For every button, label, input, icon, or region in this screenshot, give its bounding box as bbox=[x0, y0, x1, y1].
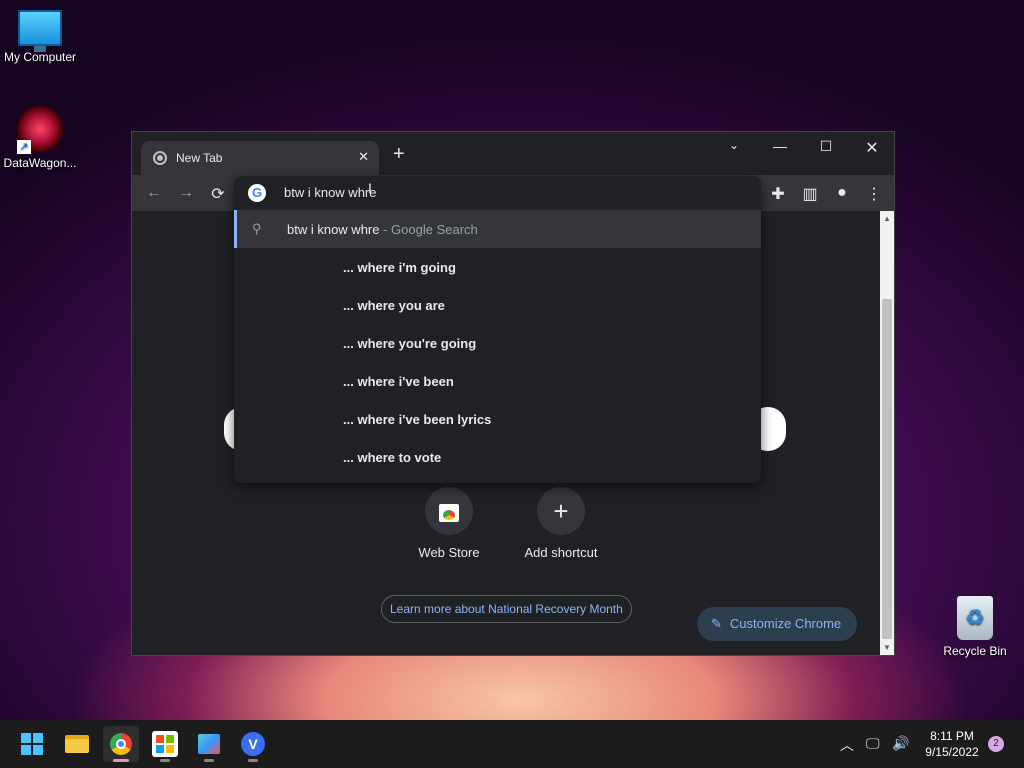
microsoft-store-icon bbox=[152, 730, 178, 757]
profile-avatar-icon[interactable]: ● bbox=[832, 184, 852, 202]
chrome-favicon-icon bbox=[153, 151, 167, 165]
extensions-puzzle-icon[interactable]: ✚ bbox=[768, 184, 788, 204]
desktop-icon-datawagon[interactable]: ↗ DataWagon... bbox=[0, 106, 80, 170]
taskbar-microsoft-store[interactable] bbox=[147, 726, 183, 762]
search-icon: ⚲ bbox=[252, 221, 262, 236]
text-cursor-icon: Ι bbox=[368, 180, 372, 196]
running-indicator bbox=[204, 759, 214, 762]
suggestion-item[interactable]: ... where i've been bbox=[234, 362, 761, 400]
shortcut-add[interactable]: + Add shortcut bbox=[506, 487, 616, 560]
maximize-button[interactable]: ☐ bbox=[811, 138, 841, 155]
tab-search-chevron-icon[interactable]: ⌄ bbox=[719, 138, 749, 152]
shortcut-web-store[interactable]: Web Store bbox=[394, 487, 504, 560]
google-g-icon: G bbox=[248, 184, 266, 202]
suggestion-item[interactable]: ... where i'm going bbox=[234, 248, 761, 286]
tab-strip: New Tab ✕ + ⌄ — ☐ ✕ bbox=[132, 132, 894, 175]
system-clock[interactable]: 8:11 PM 9/15/2022 bbox=[916, 728, 988, 760]
address-bar[interactable]: G btw i know whre Ι bbox=[234, 176, 761, 210]
start-button[interactable] bbox=[14, 726, 50, 762]
suggestion-text: where you are bbox=[357, 298, 445, 313]
network-icon[interactable]: 🖵 bbox=[866, 735, 880, 752]
close-window-button[interactable]: ✕ bbox=[857, 138, 887, 158]
desktop-icon-label: DataWagon... bbox=[3, 156, 77, 170]
forward-arrow-icon[interactable]: → bbox=[176, 184, 196, 202]
suggestion-item[interactable]: ... where you're going bbox=[234, 324, 761, 362]
shortcut-label: Add shortcut bbox=[524, 545, 598, 560]
scroll-down-arrow-icon[interactable]: ▼ bbox=[883, 643, 891, 652]
taskbar: V ︿ 🖵 🔊 8:11 PM 9/15/2022 2 bbox=[0, 720, 1024, 768]
minimize-button[interactable]: — bbox=[765, 138, 795, 154]
taskbar-chrome[interactable] bbox=[103, 726, 139, 762]
taskbar-vpn[interactable]: V bbox=[235, 726, 271, 762]
active-indicator bbox=[113, 759, 129, 762]
suggestion-prefix: ... bbox=[343, 298, 354, 313]
suggestion-text: where to vote bbox=[357, 450, 442, 465]
suggestion-item[interactable]: ... where i've been lyrics bbox=[234, 400, 761, 438]
windows-logo-icon bbox=[21, 732, 43, 755]
web-store-icon bbox=[425, 487, 473, 535]
suggestion-google-search[interactable]: ⚲ btw i know whre - Google Search bbox=[234, 210, 761, 248]
chrome-icon bbox=[110, 732, 132, 755]
suggestion-prefix: ... bbox=[343, 336, 354, 351]
customize-label: Customize Chrome bbox=[729, 616, 842, 631]
suggestion-text: where i've been bbox=[357, 374, 454, 389]
kebab-menu-icon[interactable]: ⋮ bbox=[864, 184, 884, 204]
customize-chrome-button[interactable]: ✎ Customize Chrome bbox=[697, 607, 858, 641]
vertical-scrollbar[interactable]: ▲ ▼ bbox=[880, 211, 894, 655]
folder-icon bbox=[65, 734, 89, 753]
side-panel-icon[interactable]: ▥ bbox=[800, 184, 820, 204]
back-arrow-icon[interactable]: ← bbox=[144, 184, 164, 202]
suggestion-hint: - Google Search bbox=[379, 222, 478, 237]
tab-close-icon[interactable]: ✕ bbox=[358, 149, 369, 165]
suggestion-prefix: ... bbox=[343, 374, 354, 389]
promo-link[interactable]: Learn more about National Recovery Month bbox=[381, 595, 632, 623]
plus-icon: + bbox=[537, 487, 585, 535]
taskbar-file-explorer[interactable] bbox=[59, 726, 95, 762]
tray-chevron-icon[interactable]: ︿ bbox=[840, 735, 854, 755]
app-icon bbox=[198, 733, 220, 754]
shortcut-label: Web Store bbox=[418, 545, 480, 560]
suggestion-prefix: ... bbox=[343, 450, 354, 465]
desktop-icon-label: Recycle Bin bbox=[943, 644, 1007, 658]
suggestion-text: where you're going bbox=[357, 336, 477, 351]
clock-time: 8:11 PM bbox=[930, 729, 974, 743]
pencil-icon: ✎ bbox=[711, 616, 722, 631]
running-indicator bbox=[160, 759, 170, 762]
new-tab-button[interactable]: + bbox=[393, 144, 405, 164]
desktop-icon-label: My Computer bbox=[3, 50, 77, 64]
address-input[interactable]: btw i know whre bbox=[284, 185, 376, 200]
monitor-icon bbox=[18, 10, 62, 52]
desktop-icon-my-computer[interactable]: My Computer bbox=[0, 10, 80, 64]
desktop-icon-recycle-bin[interactable]: ♻ Recycle Bin bbox=[935, 596, 1015, 658]
omnibox-dropdown: G btw i know whre Ι ⚲ btw i know whre - … bbox=[234, 176, 761, 483]
mandala-app-icon: ↗ bbox=[17, 106, 63, 154]
suggestion-query: btw i know whre bbox=[287, 222, 380, 237]
taskbar-app[interactable] bbox=[191, 726, 227, 762]
suggestion-text: where i've been lyrics bbox=[357, 412, 492, 427]
suggestion-item[interactable]: ... where to vote bbox=[234, 438, 761, 476]
scrollbar-thumb[interactable] bbox=[882, 299, 892, 639]
suggestion-prefix: ... bbox=[343, 412, 354, 427]
suggestion-item[interactable]: ... where you are bbox=[234, 286, 761, 324]
suggestion-prefix: ... bbox=[343, 260, 354, 275]
tab-title: New Tab bbox=[176, 151, 223, 165]
volume-icon[interactable]: 🔊 bbox=[892, 735, 909, 752]
notification-badge[interactable]: 2 bbox=[988, 736, 1004, 752]
clock-date: 9/15/2022 bbox=[925, 745, 979, 759]
running-indicator bbox=[248, 759, 258, 762]
v-logo-icon: V bbox=[241, 731, 265, 756]
shortcut-arrow-icon: ↗ bbox=[17, 140, 31, 154]
scroll-up-arrow-icon[interactable]: ▲ bbox=[883, 214, 891, 223]
tab-new-tab[interactable]: New Tab ✕ bbox=[141, 141, 379, 175]
reload-icon[interactable]: ⟳ bbox=[208, 184, 228, 204]
recycle-bin-icon: ♻ bbox=[957, 596, 993, 640]
suggestion-text: where i'm going bbox=[357, 260, 456, 275]
